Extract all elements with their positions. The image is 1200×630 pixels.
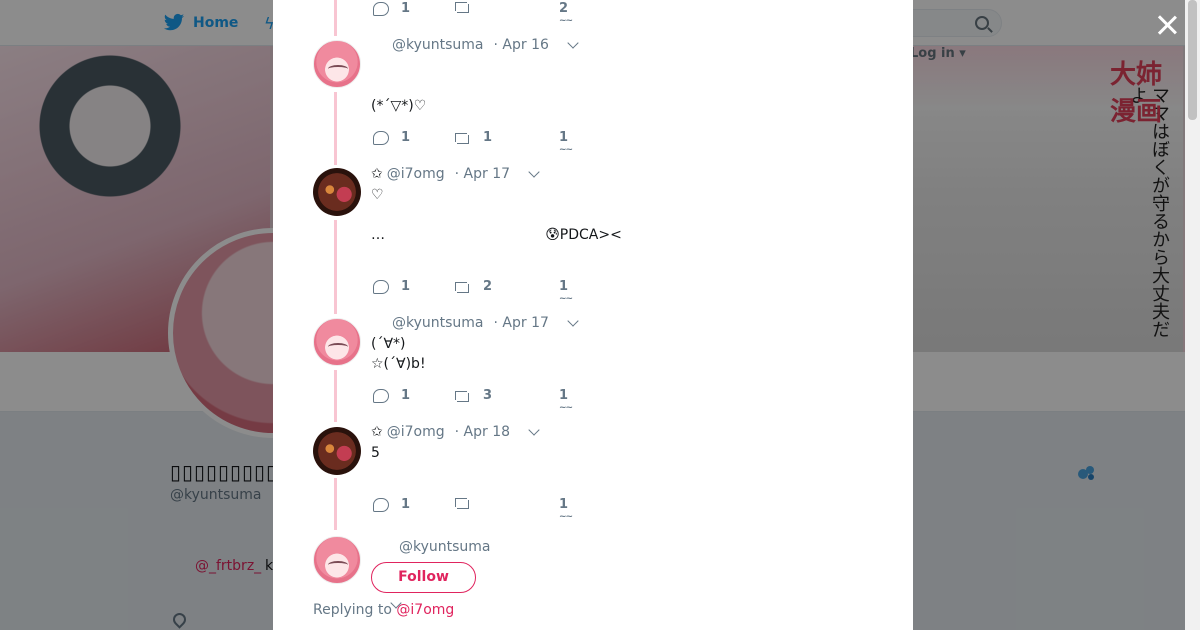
tweet-date[interactable]: · Apr 17: [494, 315, 549, 331]
tweet-header: @kyuntsuma: [399, 539, 491, 555]
chevron-down-icon[interactable]: [567, 315, 579, 327]
like-count: 1: [559, 279, 569, 294]
tweet-text: 5: [371, 445, 380, 461]
like-icon: ~~: [559, 145, 573, 155]
retweet-icon: [453, 390, 471, 402]
reply-count: 1: [401, 279, 411, 294]
retweet-button[interactable]: 3: [453, 388, 492, 403]
tweet-date[interactable]: · Apr 16: [494, 37, 549, 53]
reply-count: 1: [401, 497, 411, 512]
tweet-actions: 1 1 ~~: [373, 497, 593, 522]
thread-connector: [334, 220, 337, 314]
reply-icon: [373, 279, 389, 294]
chevron-down-icon[interactable]: [528, 166, 540, 178]
like-button[interactable]: 1 ~~: [559, 388, 573, 413]
retweet-button[interactable]: [453, 497, 483, 509]
tweet-date[interactable]: · Apr 17: [455, 166, 510, 182]
retweet-icon: [453, 281, 471, 293]
avatar[interactable]: [313, 168, 361, 216]
reply-icon: [373, 1, 389, 16]
close-icon[interactable]: [1155, 13, 1179, 37]
tweet-handle[interactable]: @kyuntsuma: [392, 37, 484, 53]
tweet-actions: 1 2 ~~: [373, 1, 593, 26]
like-button[interactable]: 1 ~~: [559, 130, 573, 155]
reply-count: 1: [401, 388, 411, 403]
page-scrollbar[interactable]: [1185, 0, 1200, 630]
avatar[interactable]: [313, 427, 361, 475]
tweet-header: ✩ @i7omg · Apr 18: [371, 424, 540, 440]
retweet-icon: [453, 497, 471, 509]
like-icon: ~~: [559, 512, 573, 522]
tweet-date[interactable]: · Apr 18: [455, 424, 510, 440]
tweet-text: (*´▽*)♡: [371, 98, 427, 114]
retweet-button[interactable]: 1: [453, 130, 492, 145]
reply-icon: [373, 130, 389, 145]
tweet-header: @kyuntsuma · Apr 16: [392, 37, 579, 53]
like-button[interactable]: 1 ~~: [559, 497, 573, 522]
chevron-down-icon[interactable]: [567, 37, 579, 49]
retweet-count: 2: [483, 279, 493, 294]
like-icon: ~~: [559, 16, 573, 26]
like-count: 1: [559, 497, 569, 512]
tweet-conversation-modal: 1 2 ~~ @kyuntsuma · Apr 16 (*´▽*)♡ 1 1 1 ~…: [273, 0, 913, 630]
retweet-button[interactable]: 2: [453, 279, 492, 294]
thread-connector: [334, 92, 337, 165]
like-count: 1: [559, 130, 569, 145]
tweet-handle[interactable]: @i7omg: [387, 424, 445, 440]
retweet-icon: [453, 132, 471, 144]
retweet-icon: [453, 1, 471, 13]
replying-to-mention[interactable]: @i7omg: [396, 602, 454, 618]
tweet-text: ♡: [371, 187, 384, 203]
tweet-actions: 1 2 1 ~~: [373, 279, 593, 304]
like-icon: ~~: [559, 294, 573, 304]
star-icon: ✩: [371, 166, 383, 182]
like-button[interactable]: 1 ~~: [559, 279, 573, 304]
replying-to: Replying to @i7omg: [313, 602, 454, 618]
reply-icon: [373, 388, 389, 403]
reply-button[interactable]: 1: [373, 279, 410, 294]
like-icon: ~~: [559, 403, 573, 413]
like-button[interactable]: 2 ~~: [559, 1, 573, 26]
avatar[interactable]: [313, 536, 361, 584]
reply-button[interactable]: 1: [373, 388, 410, 403]
tweet-header: @kyuntsuma · Apr 17: [392, 315, 579, 331]
tweet-handle[interactable]: @kyuntsuma: [399, 539, 491, 555]
reply-count: 1: [401, 130, 411, 145]
tweet-text: … 😰PDCA><: [371, 227, 622, 243]
chevron-down-icon[interactable]: [528, 424, 540, 436]
like-count: 2: [559, 1, 569, 16]
retweet-count: 3: [483, 388, 493, 403]
avatar[interactable]: [313, 40, 361, 88]
retweet-count: 1: [483, 130, 493, 145]
like-count: 1: [559, 388, 569, 403]
avatar[interactable]: [313, 318, 361, 366]
retweet-button[interactable]: [453, 1, 483, 13]
tweet-handle[interactable]: @i7omg: [387, 166, 445, 182]
scrollbar-thumb[interactable]: [1188, 0, 1197, 120]
star-icon: ✩: [371, 424, 383, 440]
thread-connector: [334, 0, 337, 36]
thread-connector: [334, 370, 337, 422]
tweet-text: (´∀*) ☆(´∀)b!: [371, 336, 426, 372]
thread-connector: [334, 478, 337, 530]
tweet-header: ✩ @i7omg · Apr 17: [371, 166, 540, 182]
reply-button[interactable]: 1: [373, 497, 410, 512]
reply-count: 1: [401, 1, 411, 16]
replying-to-label: Replying to: [313, 602, 392, 618]
reply-button[interactable]: 1: [373, 130, 410, 145]
reply-icon: [373, 497, 389, 512]
tweet-actions: 1 3 1 ~~: [373, 388, 593, 413]
tweet-actions: 1 1 1 ~~: [373, 130, 593, 155]
tweet-handle[interactable]: @kyuntsuma: [392, 315, 484, 331]
reply-button[interactable]: 1: [373, 1, 410, 16]
follow-button[interactable]: Follow: [371, 562, 476, 593]
